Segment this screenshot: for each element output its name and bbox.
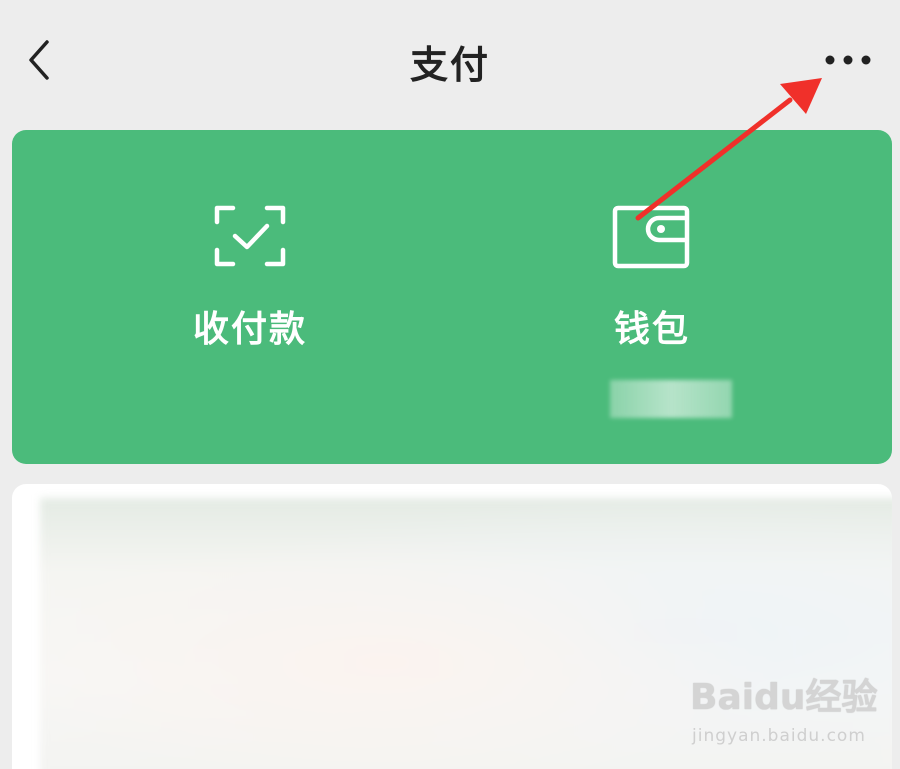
watermark-brand: Baidu经验 [690, 677, 878, 718]
page-title: 支付 [409, 43, 490, 87]
scan-check-icon [214, 205, 286, 267]
watermark-url: jingyan.baidu.com [692, 726, 866, 746]
wallet-balance-blurred [610, 380, 732, 418]
wallet-label: 钱包 [613, 309, 690, 350]
header-bar: 支付 [0, 0, 900, 120]
receive-pay-label: 收付款 [192, 309, 307, 350]
wallet-icon [612, 205, 690, 269]
payment-screen: 支付 收付款 钱包 Baidu经验 jingyan.baidu.com [0, 0, 900, 769]
more-button[interactable] [818, 42, 878, 78]
more-dots-icon [825, 55, 871, 65]
pay-service-card: 收付款 钱包 [12, 130, 892, 464]
baidu-jingyan-watermark: Baidu经验 jingyan.baidu.com [690, 668, 890, 758]
receive-pay-button[interactable]: 收付款 [130, 200, 370, 352]
wallet-button[interactable]: 钱包 [532, 200, 772, 352]
